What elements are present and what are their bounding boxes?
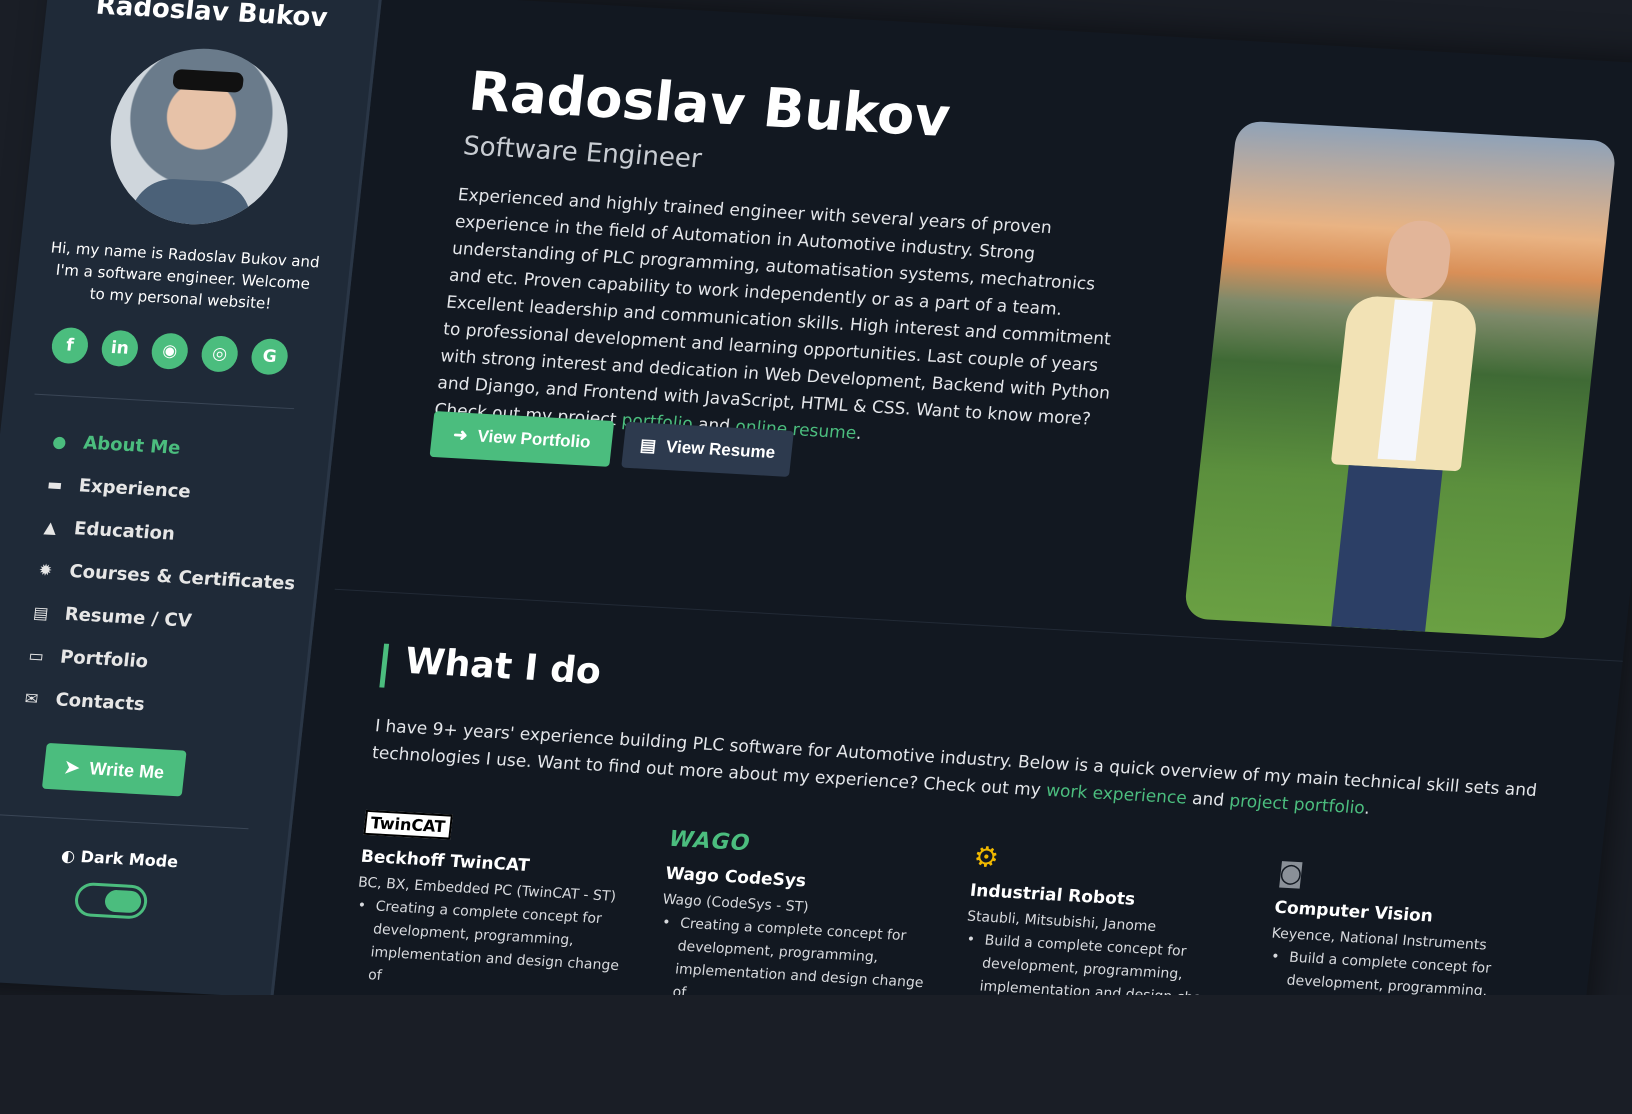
sidebar-nav: ● About Me ▬ Experience ▲ Education ✹ Co… [19,420,311,734]
camera-icon: ◙ [1276,857,1306,890]
sidebar-divider [0,813,249,830]
page-subtitle: Software Engineer [461,131,704,175]
facebook-icon[interactable]: f [50,326,90,365]
graduation-cap-icon: ▲ [43,517,58,538]
arrow-circle-icon: ➜ [452,425,469,445]
view-portfolio-button[interactable]: ➜ View Portfolio [429,411,615,467]
desk-background [0,995,1632,1114]
github-icon[interactable]: ◉ [149,332,190,371]
skill-card: TwinCAT Beckhoff TwinCAT BC, BX, Embedde… [347,805,671,1003]
briefcase-icon: ▬ [46,474,64,495]
skill-bullet: Creating a complete concept for developm… [347,894,627,1001]
project-portfolio-link[interactable]: project portfolio [1228,791,1365,818]
sidebar-item-label: Education [73,518,176,545]
avatar-shoulders [127,176,255,229]
sidebar-item-label: Courses & Certificates [68,560,297,595]
section-title: What I do [403,640,604,693]
certificate-icon: ✹ [37,560,54,580]
write-me-button[interactable]: ➤ Write Me [41,742,187,797]
laptop-icon: ▭ [27,645,45,666]
instagram-icon[interactable]: ◎ [199,335,240,373]
contrast-icon: ◐ [60,845,77,866]
envelope-open-icon: ✉ [23,688,40,709]
sidebar-item-label: Portfolio [59,646,150,673]
sidebar-item-label: About Me [82,432,182,459]
user-icon: ● [51,431,68,452]
dark-mode-toggle[interactable] [73,881,149,920]
file-icon: ▤ [639,435,658,456]
sidebar-name: Radoslav Bukov [94,0,329,34]
write-me-label: Write Me [88,757,166,782]
paper-plane-icon: ➤ [63,756,81,778]
wago-logo: WAGO [667,826,752,856]
main-content: Radoslav Bukov Software Engineer Experie… [290,0,1632,1071]
robot-arm-icon: ⚙ [972,839,1001,874]
toggle-knob [103,889,143,914]
avatar [101,43,297,229]
sidebar-item-label: Resume / CV [63,603,193,632]
google-icon[interactable]: G [249,337,290,376]
social-links: f in ◉ ◎ G [50,326,290,376]
skill-card: WAGO Wago CodeSys Wago (CodeSys - ST) Cr… [651,822,975,1020]
sidebar-item-label: Contacts [54,689,146,716]
intro-text: Hi, my name is Radoslav Bukov and I'm a … [49,238,321,313]
file-icon: ▤ [32,602,50,623]
browser-screen: Radoslav Bukov Hi, my name is Radoslav B… [0,0,1632,1071]
viewport: Radoslav Bukov Hi, my name is Radoslav B… [0,0,1632,1114]
linkedin-icon[interactable]: in [99,329,140,368]
sidebar-item-label: Experience [77,475,192,503]
sidebar-divider [34,393,295,410]
profile-photo [1183,120,1617,640]
twincat-logo: TwinCAT [363,809,453,840]
view-resume-button[interactable]: ▤ View Resume [621,421,794,477]
dark-mode-label: ◐ Dark Mode [60,845,180,872]
work-experience-link[interactable]: work experience [1045,781,1188,809]
sunglasses-shape [172,68,245,93]
section-accent-bar [379,643,390,688]
photo-person [1313,217,1487,632]
